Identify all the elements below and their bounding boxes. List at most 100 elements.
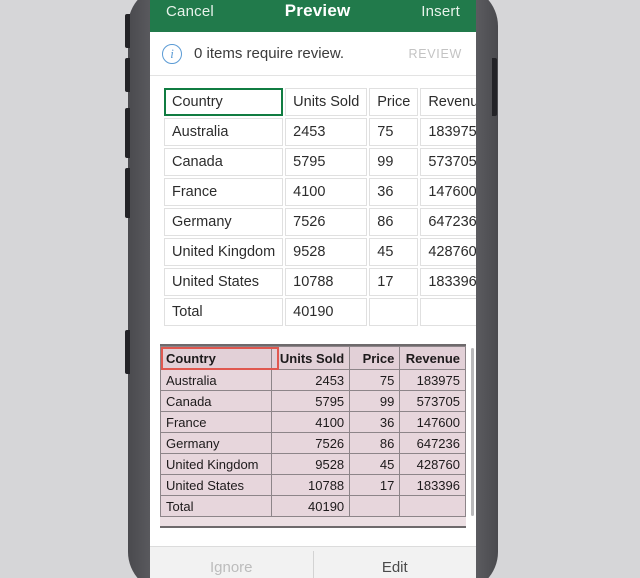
insert-button[interactable]: Insert bbox=[421, 3, 460, 20]
edit-button[interactable]: Edit bbox=[314, 547, 477, 578]
review-button[interactable]: REVIEW bbox=[408, 47, 462, 61]
scanned-cell-country: Australia bbox=[160, 369, 272, 391]
parsed-cell-units[interactable]: 7526 bbox=[285, 208, 368, 236]
scanned-header-price: Price bbox=[349, 346, 401, 370]
info-circle-icon: i bbox=[162, 43, 182, 64]
scanned-cell-country: Germany bbox=[160, 432, 272, 454]
parsed-cell-revenue[interactable]: 147600 bbox=[420, 178, 476, 206]
parsed-cell-country[interactable]: Australia bbox=[164, 118, 284, 146]
scanned-image-container: Country Units Sold Price Revenue Austral… bbox=[150, 344, 476, 552]
parsed-cell-price[interactable]: 45 bbox=[369, 238, 419, 266]
parsed-header-units[interactable]: Units Sold bbox=[285, 88, 368, 116]
scanned-cell-total-revenue bbox=[399, 495, 466, 517]
parsed-cell-revenue[interactable]: 647236 bbox=[420, 208, 476, 236]
phone-side-button-2[interactable] bbox=[125, 58, 130, 92]
parsed-table[interactable]: Country Units Sold Price Revenue Austral… bbox=[162, 86, 476, 328]
parsed-cell-total-revenue[interactable] bbox=[420, 298, 476, 326]
parsed-cell-total-price[interactable] bbox=[369, 298, 419, 326]
scanned-cell-revenue: 183396 bbox=[399, 474, 466, 496]
scanned-cell-price: 86 bbox=[349, 432, 401, 454]
parsed-cell-price[interactable]: 86 bbox=[369, 208, 419, 236]
scanned-cell-country: United Kingdom bbox=[160, 453, 272, 475]
parsed-cell-country[interactable]: United States bbox=[164, 268, 284, 296]
page-title: Preview bbox=[284, 1, 351, 20]
bottom-action-bar: Ignore Edit bbox=[150, 546, 476, 578]
parsed-cell-units[interactable]: 9528 bbox=[285, 238, 368, 266]
parsed-cell-country[interactable]: Germany bbox=[164, 208, 284, 236]
table-row: Germany 7526 86 647236 bbox=[160, 432, 466, 454]
scanned-cell-units: 9528 bbox=[270, 453, 351, 475]
table-row: Germany 7526 86 647236 bbox=[164, 208, 476, 236]
scanned-cell-price: 36 bbox=[349, 411, 401, 433]
scanned-cell-total-price bbox=[349, 495, 401, 517]
scanned-cell-country: Canada bbox=[160, 390, 272, 412]
preview-scroll-area[interactable]: Country Units Sold Price Revenue Austral… bbox=[150, 76, 476, 552]
parsed-cell-units[interactable]: 5795 bbox=[285, 148, 368, 176]
table-row: France 4100 36 147600 bbox=[164, 178, 476, 206]
table-row: United States 10788 17 183396 bbox=[160, 474, 466, 496]
scanned-cell-price: 45 bbox=[349, 453, 401, 475]
scanned-cell-revenue: 183975 bbox=[399, 369, 466, 391]
scanned-cell-total-label: Total bbox=[160, 495, 272, 517]
parsed-cell-units[interactable]: 4100 bbox=[285, 178, 368, 206]
parsed-table-body: Country Units Sold Price Revenue Austral… bbox=[164, 88, 476, 326]
review-banner: i 0 items require review. REVIEW bbox=[150, 32, 476, 76]
table-row: United States 10788 17 183396 bbox=[164, 268, 476, 296]
scanned-cell-total-units: 40190 bbox=[270, 495, 351, 517]
volume-up-button[interactable] bbox=[125, 108, 130, 158]
parsed-cell-price[interactable]: 75 bbox=[369, 118, 419, 146]
scanned-header-country: Country bbox=[160, 346, 272, 370]
scanned-table-body: Country Units Sold Price Revenue Austral… bbox=[160, 346, 466, 517]
parsed-cell-selected[interactable]: Country bbox=[164, 88, 284, 116]
scanned-image-scrollbar[interactable] bbox=[471, 348, 474, 516]
app-header: Cancel Preview Insert bbox=[150, 0, 476, 32]
scanned-header-units: Units Sold bbox=[270, 346, 351, 370]
parsed-cell-units[interactable]: 10788 bbox=[285, 268, 368, 296]
scanned-header-revenue: Revenue bbox=[399, 346, 466, 370]
parsed-cell-revenue[interactable]: 183396 bbox=[420, 268, 476, 296]
table-row: Canada 5795 99 573705 bbox=[160, 390, 466, 412]
scanned-table: Country Units Sold Price Revenue Austral… bbox=[160, 346, 466, 517]
table-row-header: Country Units Sold Price Revenue bbox=[160, 346, 466, 370]
parsed-table-container: Country Units Sold Price Revenue Austral… bbox=[150, 76, 476, 328]
parsed-header-price[interactable]: Price bbox=[369, 88, 419, 116]
ignore-button[interactable]: Ignore bbox=[150, 547, 313, 578]
phone-side-button-1[interactable] bbox=[125, 14, 130, 48]
parsed-header-revenue[interactable]: Revenue bbox=[420, 88, 476, 116]
table-row-total: Total 40190 bbox=[160, 495, 466, 517]
scanned-cell-price: 17 bbox=[349, 474, 401, 496]
parsed-cell-revenue[interactable]: 183975 bbox=[420, 118, 476, 146]
parsed-cell-total-label[interactable]: Total bbox=[164, 298, 284, 326]
review-banner-message: 0 items require review. bbox=[194, 45, 345, 62]
table-row: United Kingdom 9528 45 428760 bbox=[164, 238, 476, 266]
parsed-cell-country[interactable]: United Kingdom bbox=[164, 238, 284, 266]
cancel-button[interactable]: Cancel bbox=[166, 3, 214, 20]
scanned-table-image[interactable]: Country Units Sold Price Revenue Austral… bbox=[160, 344, 466, 528]
parsed-cell-country[interactable]: France bbox=[164, 178, 284, 206]
parsed-cell-total-units[interactable]: 40190 bbox=[285, 298, 368, 326]
scanned-cell-units: 4100 bbox=[270, 411, 351, 433]
parsed-cell-country[interactable]: Canada bbox=[164, 148, 284, 176]
power-button[interactable] bbox=[492, 58, 497, 116]
table-row: Australia 2453 75 183975 bbox=[160, 369, 466, 391]
scanned-cell-revenue: 573705 bbox=[399, 390, 466, 412]
scanned-cell-units: 10788 bbox=[270, 474, 351, 496]
scanned-cell-units: 2453 bbox=[270, 369, 351, 391]
phone-side-button-3[interactable] bbox=[125, 330, 130, 374]
scanned-cell-revenue: 147600 bbox=[399, 411, 466, 433]
parsed-cell-revenue[interactable]: 573705 bbox=[420, 148, 476, 176]
parsed-cell-revenue[interactable]: 428760 bbox=[420, 238, 476, 266]
scanned-cell-country: United States bbox=[160, 474, 272, 496]
parsed-cell-price[interactable]: 17 bbox=[369, 268, 419, 296]
parsed-cell-units[interactable]: 2453 bbox=[285, 118, 368, 146]
scanned-cell-units: 5795 bbox=[270, 390, 351, 412]
scanned-cell-revenue: 647236 bbox=[399, 432, 466, 454]
parsed-cell-price[interactable]: 99 bbox=[369, 148, 419, 176]
scanned-cell-price: 99 bbox=[349, 390, 401, 412]
volume-down-button[interactable] bbox=[125, 168, 130, 218]
scanned-cell-price: 75 bbox=[349, 369, 401, 391]
table-row: Australia 2453 75 183975 bbox=[164, 118, 476, 146]
parsed-cell-price[interactable]: 36 bbox=[369, 178, 419, 206]
scanned-cell-country: France bbox=[160, 411, 272, 433]
table-row: Canada 5795 99 573705 bbox=[164, 148, 476, 176]
